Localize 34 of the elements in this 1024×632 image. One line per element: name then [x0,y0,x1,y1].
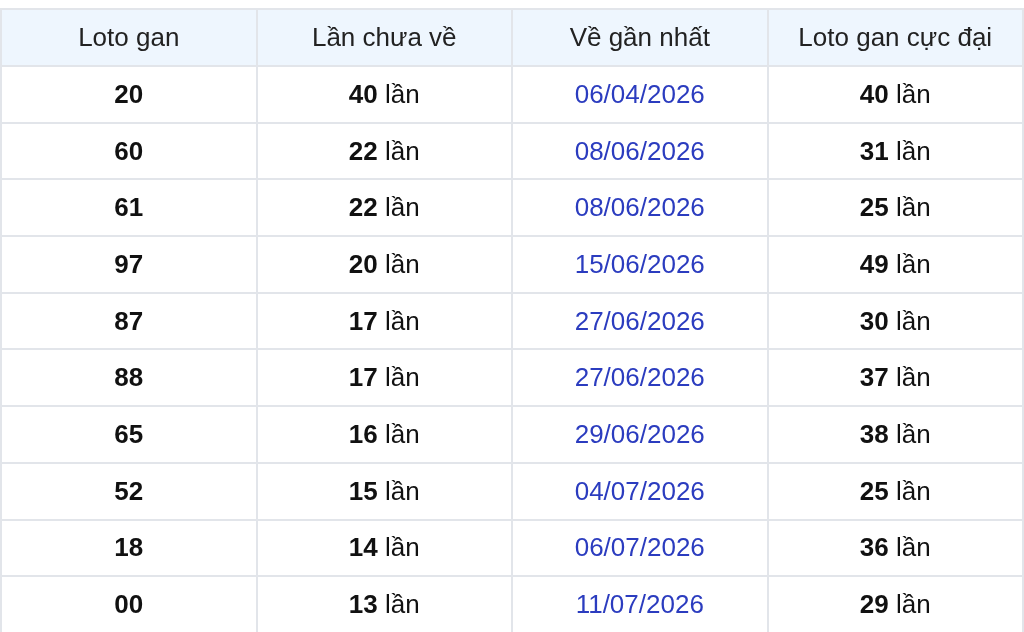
loto-number-cell: 18 [1,519,257,577]
table-cell: 17 lần [256,349,512,407]
table-cell: 38 lần [767,406,1023,463]
table-cell: 20 lần [256,236,512,293]
loto-number-cell: 52 [1,462,257,520]
loto-number-cell: 20 [1,66,257,123]
loto-number-cell: 65 [1,406,257,463]
column-header: Lần chưa về [256,9,512,66]
loto-number-cell: 88 [1,349,257,407]
table-cell: 40 lần [767,66,1023,123]
table-cell: 25 lần [767,462,1023,520]
loto-number-cell: 60 [1,122,257,180]
column-header: Loto gan cực đại [767,9,1023,66]
loto-number-cell: 87 [1,292,257,350]
loto-number-cell: 97 [1,236,257,293]
table-cell: 36 lần [767,519,1023,577]
table-cell: 25 lần [767,179,1023,237]
table-cell: 29 lần [767,576,1023,632]
table-cell: 49 lần [767,236,1023,293]
table-cell: 37 lần [767,349,1023,407]
table-cell: 40 lần [256,66,512,123]
column-header: Loto gan [1,9,257,66]
table-cell: 31 lần [767,122,1023,180]
table-cell: 22 lần [256,122,512,180]
table-cell: 14 lần [256,519,512,577]
table-cell: 17 lần [256,292,512,350]
loto-number-cell: 00 [1,576,257,632]
loto-number-cell: 61 [1,179,257,237]
table-cell: 30 lần [767,292,1023,350]
table-cell: 22 lần [256,179,512,237]
table-cell: 15 lần [256,462,512,520]
table-cell: 16 lần [256,406,512,463]
table-cell: 13 lần [256,576,512,632]
column-header: Về gần nhất [512,9,768,66]
